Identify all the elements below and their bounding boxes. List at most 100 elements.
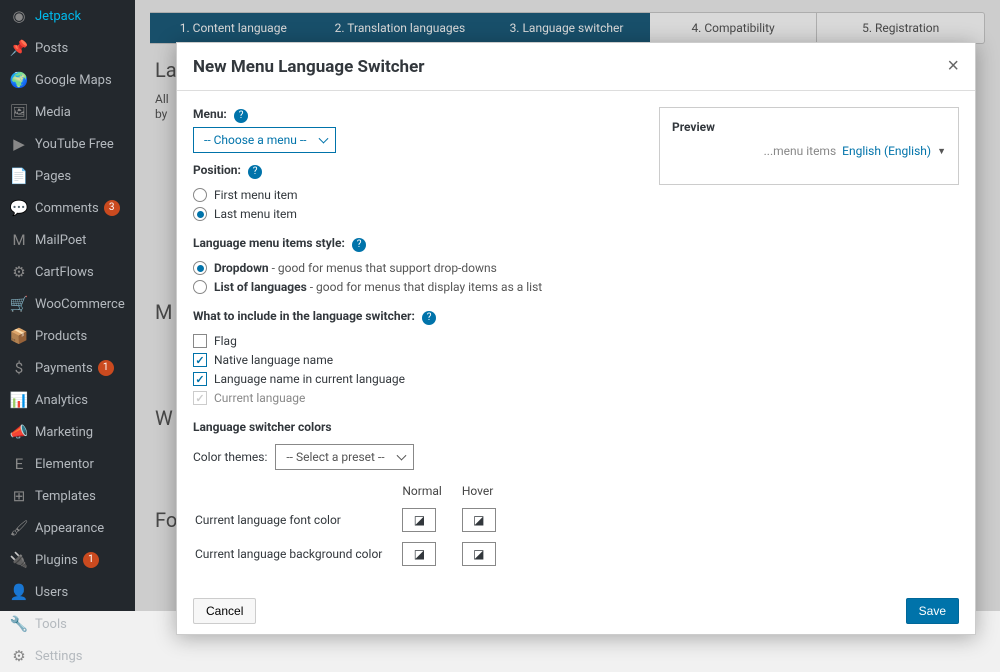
position-label: Position: [193, 163, 241, 177]
sidebar-item-jetpack[interactable]: ◉Jetpack [0, 0, 135, 32]
admin-sidebar: ◉Jetpack📌Posts 🌍 Google Maps 🖼Media ▶ YouTube… [0, 0, 135, 611]
jetpack-icon: ◉ [10, 7, 28, 25]
sidebar-item-payments[interactable]: $Payments1 [0, 352, 135, 384]
google-maps-icon: 🌍 [10, 71, 28, 89]
radio-icon [193, 280, 207, 294]
comments-icon: 💬 [10, 199, 28, 217]
sidebar-item-mailpoet[interactable]: MMailPoet [0, 224, 135, 256]
bg-color-normal[interactable]: ◪ [402, 542, 436, 566]
sidebar-item-users[interactable]: 👤Users [0, 576, 135, 608]
sidebar-item-products[interactable]: 📦Products [0, 320, 135, 352]
sidebar-item-elementor[interactable]: EElementor [0, 448, 135, 480]
theme-select-value: -- Select a preset -- [286, 450, 384, 464]
style-option[interactable]: Dropdown - good for menus that support d… [193, 261, 639, 275]
radio-label: List of languages - good for menus that … [214, 280, 542, 294]
row-bg-label: Current language background color [195, 538, 400, 570]
tools-icon: 🔧 [10, 615, 28, 633]
style-option[interactable]: List of languages - good for menus that … [193, 280, 639, 294]
sidebar-item-plugins[interactable]: 🔌 Plugins 1 [0, 544, 135, 576]
sidebar-item-pages[interactable]: 📄Pages [0, 160, 135, 192]
bg-color-hover[interactable]: ◪ [462, 542, 496, 566]
sidebar-item-label: Analytics [35, 393, 88, 408]
help-icon[interactable]: ? [234, 109, 248, 123]
help-icon[interactable]: ? [248, 165, 262, 179]
templates-icon: ⊞ [10, 487, 28, 505]
checkbox-icon [193, 334, 207, 348]
sidebar-item-label: Comments [35, 201, 99, 216]
menu-select-value: -- Choose a menu -- [204, 133, 307, 147]
font-color-hover[interactable]: ◪ [462, 508, 496, 532]
themes-label: Color themes: [193, 450, 267, 464]
radio-icon [193, 261, 207, 275]
sidebar-item-settings[interactable]: ⚙ Settings [0, 640, 135, 672]
sidebar-item-label: Appearance [35, 521, 104, 536]
checkbox-label: Current language [214, 391, 305, 405]
style-label: Language menu items style: [193, 236, 345, 250]
include-option[interactable]: Native language name [193, 353, 639, 367]
sidebar-item-label: Posts [35, 41, 68, 56]
sidebar-item-label: MailPoet [35, 233, 86, 248]
sidebar-item-google-maps[interactable]: 🌍 Google Maps [0, 64, 135, 96]
sidebar-item-label: Settings [35, 649, 82, 664]
modal-title: New Menu Language Switcher [193, 57, 424, 77]
sidebar-item-cartflows[interactable]: ⚙CartFlows [0, 256, 135, 288]
sidebar-item-appearance[interactable]: 🖌 Appearance [0, 512, 135, 544]
checkbox-icon [193, 391, 207, 405]
help-icon[interactable]: ? [422, 311, 436, 325]
help-icon[interactable]: ? [352, 238, 366, 252]
position-option[interactable]: First menu item [193, 188, 639, 202]
sidebar-badge: 1 [83, 552, 99, 568]
theme-select[interactable]: -- Select a preset -- [275, 444, 413, 470]
sidebar-item-label: Plugins [35, 553, 78, 568]
checkbox-icon [193, 353, 207, 367]
settings-icon: ⚙ [10, 647, 28, 665]
cartflows-icon: ⚙ [10, 263, 28, 281]
sidebar-item-label: YouTube Free [35, 137, 114, 152]
save-button[interactable]: Save [906, 598, 959, 624]
pages-icon: 📄 [10, 167, 28, 185]
radio-label: Dropdown - good for menus that support d… [214, 261, 497, 275]
appearance-icon: 🖌 [10, 519, 28, 537]
include-option: Current language [193, 391, 639, 405]
col-hover: Hover [462, 480, 514, 502]
font-color-normal[interactable]: ◪ [402, 508, 436, 532]
sidebar-item-label: Google Maps [35, 73, 112, 88]
sidebar-item-analytics[interactable]: 📊 Analytics [0, 384, 135, 416]
sidebar-item-label: Payments [35, 361, 93, 376]
close-icon[interactable]: × [947, 55, 959, 78]
colors-label: Language switcher colors [193, 420, 332, 434]
products-icon: 📦 [10, 327, 28, 345]
sidebar-item-media[interactable]: 🖼Media [0, 96, 135, 128]
cancel-button[interactable]: Cancel [193, 598, 256, 624]
radio-icon [193, 188, 207, 202]
sidebar-item-label: Marketing [35, 425, 93, 440]
sidebar-item-youtube-free[interactable]: ▶ YouTube Free [0, 128, 135, 160]
sidebar-item-label: Templates [35, 489, 96, 504]
sidebar-item-label: Users [35, 585, 68, 600]
sidebar-item-woocommerce[interactable]: 🛒WooCommerce [0, 288, 135, 320]
include-option[interactable]: Language name in current language [193, 372, 639, 386]
analytics-icon: 📊 [10, 391, 28, 409]
sidebar-item-tools[interactable]: 🔧Tools [0, 608, 135, 640]
sidebar-item-marketing[interactable]: 📣Marketing [0, 416, 135, 448]
elementor-icon: E [10, 455, 28, 473]
sidebar-item-comments[interactable]: 💬 Comments 3 [0, 192, 135, 224]
position-option[interactable]: Last menu item [193, 207, 639, 221]
menu-label: Menu: [193, 107, 227, 121]
checkbox-label: Native language name [214, 353, 333, 367]
radio-label: Last menu item [214, 207, 297, 221]
color-table: Normal Hover Current language font color… [193, 478, 516, 572]
payments-icon: $ [10, 359, 28, 377]
preview-title: Preview [672, 120, 946, 134]
youtube-free-icon: ▶ [10, 135, 28, 153]
sidebar-badge: 3 [104, 200, 120, 216]
row-font-label: Current language font color [195, 504, 400, 536]
menu-select[interactable]: -- Choose a menu -- [193, 127, 336, 153]
include-option[interactable]: Flag [193, 334, 639, 348]
sidebar-item-templates[interactable]: ⊞ Templates [0, 480, 135, 512]
plugins-icon: 🔌 [10, 551, 28, 569]
language-switcher-modal: New Menu Language Switcher × Menu: ? -- … [176, 42, 976, 635]
sidebar-item-posts[interactable]: 📌Posts [0, 32, 135, 64]
checkbox-icon [193, 372, 207, 386]
preview-language[interactable]: English (English) [842, 144, 931, 158]
